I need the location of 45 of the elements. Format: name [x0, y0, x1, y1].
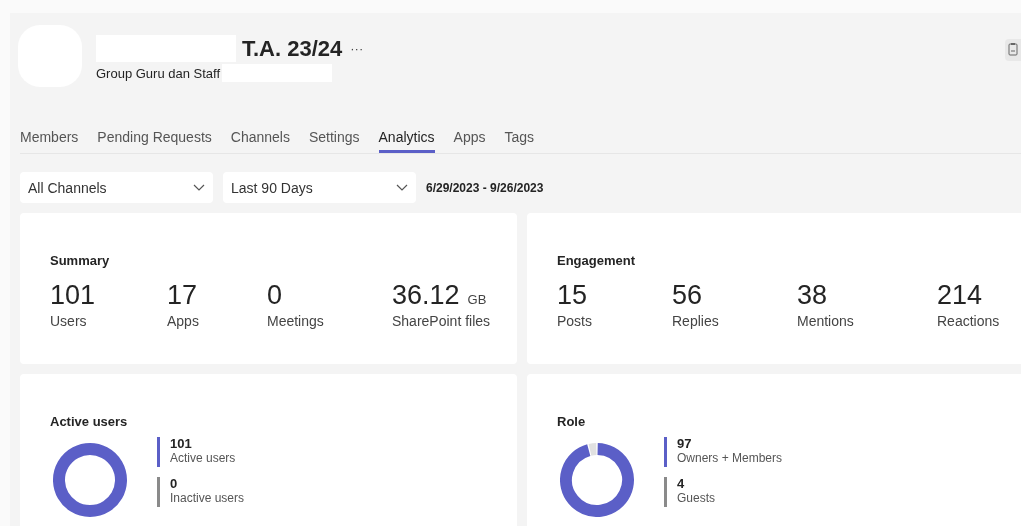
stat-value: 101 — [50, 280, 96, 311]
card-title: Active users — [50, 414, 129, 429]
tab[interactable]: Members — [20, 129, 79, 153]
more-options-button[interactable]: ··· — [348, 41, 366, 56]
legend-value: 4 — [677, 477, 686, 491]
stat-label: Apps — [167, 313, 200, 329]
stat-label: Posts — [557, 313, 593, 329]
tab[interactable]: Settings — [308, 129, 360, 153]
tab[interactable]: Analytics — [378, 129, 435, 153]
chevron-down-icon — [193, 184, 205, 191]
channel-dropdown[interactable]: All Channels — [20, 172, 213, 203]
period-dropdown[interactable]: Last 90 Days — [223, 172, 416, 203]
stat-label: Users — [50, 313, 88, 329]
stat-value: 17 — [167, 280, 198, 311]
team-title: T.A. 23/24 — [242, 35, 343, 62]
stat-value: 0 — [267, 280, 283, 311]
stat-value: 36.12 — [392, 280, 460, 311]
chevron-down-icon — [396, 184, 408, 191]
legend-label: Owners + Members — [677, 451, 783, 465]
legend-value: 97 — [677, 437, 693, 451]
stat-value: 214 — [937, 280, 983, 311]
card-title: Summary — [50, 253, 111, 268]
tab[interactable]: Channels — [230, 129, 290, 153]
stat-label: Meetings — [267, 313, 325, 329]
team-subtitle: Group Guru dan Staff — [96, 65, 221, 81]
legend-value: 0 — [170, 477, 179, 491]
date-range: 6/29/2023 - 9/26/2023 — [426, 180, 544, 195]
tab[interactable]: Apps — [453, 129, 486, 153]
stat-label: Mentions — [797, 313, 855, 329]
stat-label: Replies — [672, 313, 720, 329]
stat-value: 15 — [557, 280, 588, 311]
legend-label: Inactive users — [170, 491, 245, 505]
clipboard-button[interactable] — [1005, 39, 1021, 61]
tab[interactable]: Tags — [504, 129, 535, 153]
stat-label: SharePoint files — [392, 313, 492, 329]
stat-value: 38 — [797, 280, 828, 311]
card-title: Role — [557, 414, 587, 429]
stat-label: Reactions — [937, 313, 1001, 329]
card-title: Engagement — [557, 253, 636, 268]
legend-value: 101 — [170, 437, 193, 451]
stat-value: 56 — [672, 280, 703, 311]
legend-label: Guests — [677, 491, 715, 505]
stat-unit: GB — [467, 292, 487, 307]
tab[interactable]: Pending Requests — [97, 129, 212, 153]
legend-label: Active users — [170, 451, 236, 465]
